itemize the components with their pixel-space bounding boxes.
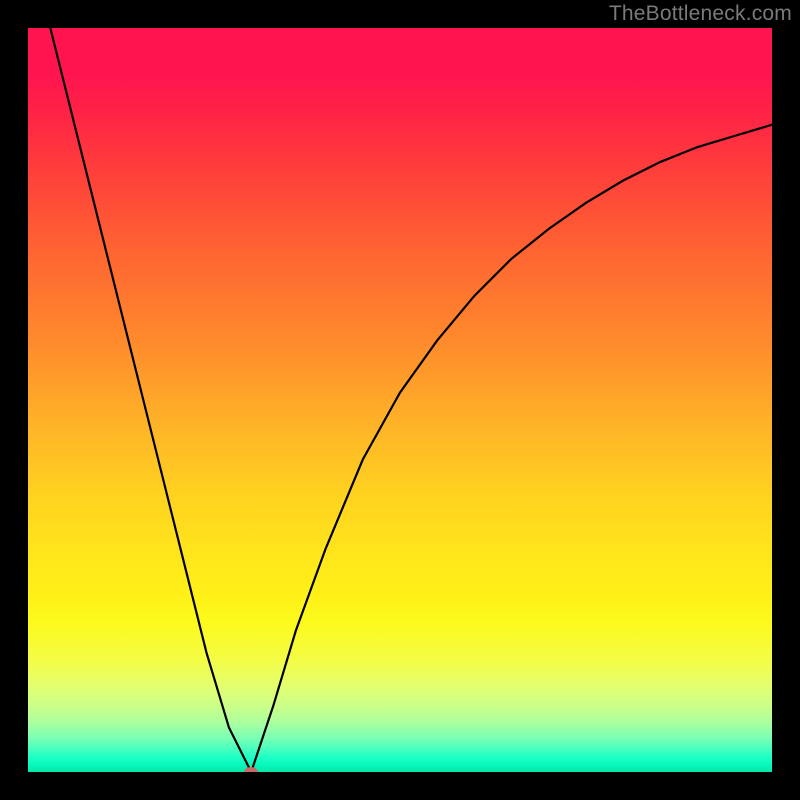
chart-frame: TheBottleneck.com	[0, 0, 800, 800]
plot-area	[28, 28, 772, 772]
right-branch-line	[251, 125, 772, 772]
curve-layer	[28, 28, 772, 772]
watermark-text: TheBottleneck.com	[609, 2, 792, 26]
left-branch-line	[50, 28, 251, 772]
minimum-marker	[244, 767, 258, 772]
